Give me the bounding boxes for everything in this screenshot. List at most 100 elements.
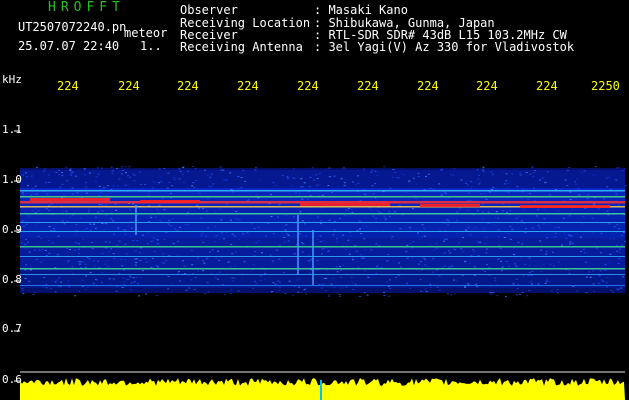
noise-speck [309,272,312,274]
noise-speck [438,289,441,291]
noise-speck [491,189,494,190]
noise-speck [603,198,606,200]
noise-speck [31,210,34,212]
noise-speck [444,265,446,267]
noise-speck [101,252,104,254]
carrier-line [20,190,625,192]
noise-speck [453,279,456,281]
noise-speck [47,174,50,176]
noise-speck [393,211,396,213]
noise-speck [67,282,70,284]
noise-speck [88,208,91,210]
noise-speck [145,261,148,263]
noise-speck [360,254,362,256]
noise-speck [508,265,511,267]
noise-speck [51,242,54,244]
noise-speck [144,293,147,295]
noise-speck [200,234,203,236]
noise-speck [521,291,524,293]
noise-speck [343,182,346,184]
noise-speck [158,182,160,184]
noise-speck [415,183,417,185]
noise-speck [122,269,125,271]
noise-speck [331,192,334,194]
noise-speck [85,275,88,277]
noise-speck [70,173,73,175]
noise-speck [163,168,166,169]
noise-speck [493,280,496,282]
noise-speck [47,209,50,211]
noise-speck [471,182,474,184]
noise-speck [554,236,557,238]
noise-speck [207,291,210,293]
noise-speck [135,262,138,264]
noise-speck [112,253,115,254]
noise-speck [344,185,347,187]
noise-speck [264,273,267,275]
noise-speck [182,166,184,168]
noise-speck [61,183,64,185]
noise-speck [134,264,137,266]
noise-speck [108,278,111,280]
noise-speck [66,180,69,182]
noise-speck [356,175,359,177]
carrier-line [20,196,625,198]
noise-speck [105,215,108,217]
noise-speck [205,210,208,212]
noise-speck [423,228,426,230]
noise-speck [301,220,304,222]
noise-speck [83,229,86,230]
noise-speck [364,249,367,251]
noise-speck [205,235,207,237]
noise-speck [97,211,100,213]
noise-speck [470,255,473,256]
time-marker [320,380,322,400]
noise-speck [446,219,449,221]
noise-speck [342,167,345,169]
noise-speck [305,235,308,237]
noise-speck [25,223,28,225]
noise-speck [284,292,287,294]
noise-speck [545,251,548,253]
noise-speck [443,240,445,242]
noise-speck [74,211,77,213]
noise-speck [554,227,557,229]
noise-speck [48,239,51,241]
noise-speck [163,238,166,240]
noise-speck [610,289,613,291]
noise-speck [186,224,189,226]
noise-speck [608,176,611,178]
spectrogram-display [14,130,627,400]
noise-speck [350,276,353,278]
noise-speck [128,166,131,168]
noise-speck [587,194,590,196]
noise-speck [231,253,234,255]
counter-label: 1.. [140,39,162,53]
noise-speck [81,279,84,281]
frequency-label: 1.1 [2,123,22,136]
noise-speck [124,166,127,168]
noise-speck [139,247,142,249]
noise-speck [201,232,204,234]
noise-speck [278,281,281,283]
noise-speck [45,208,48,210]
noise-speck [450,174,453,176]
noise-speck [575,183,578,185]
noise-speck [581,172,583,174]
noise-speck [121,166,124,168]
noise-speck [130,282,133,284]
noise-speck [42,170,45,172]
noise-speck [479,181,482,183]
noise-speck [352,181,354,183]
noise-speck [62,211,65,213]
noise-speck [74,175,77,177]
noise-speck [377,210,380,212]
noise-speck [421,224,424,226]
noise-speck [21,220,24,222]
noise-speck [531,271,534,273]
noise-speck [69,249,72,250]
noise-speck [418,238,421,240]
noise-speck [476,286,479,288]
noise-speck [370,210,373,212]
noise-speck [562,217,565,219]
